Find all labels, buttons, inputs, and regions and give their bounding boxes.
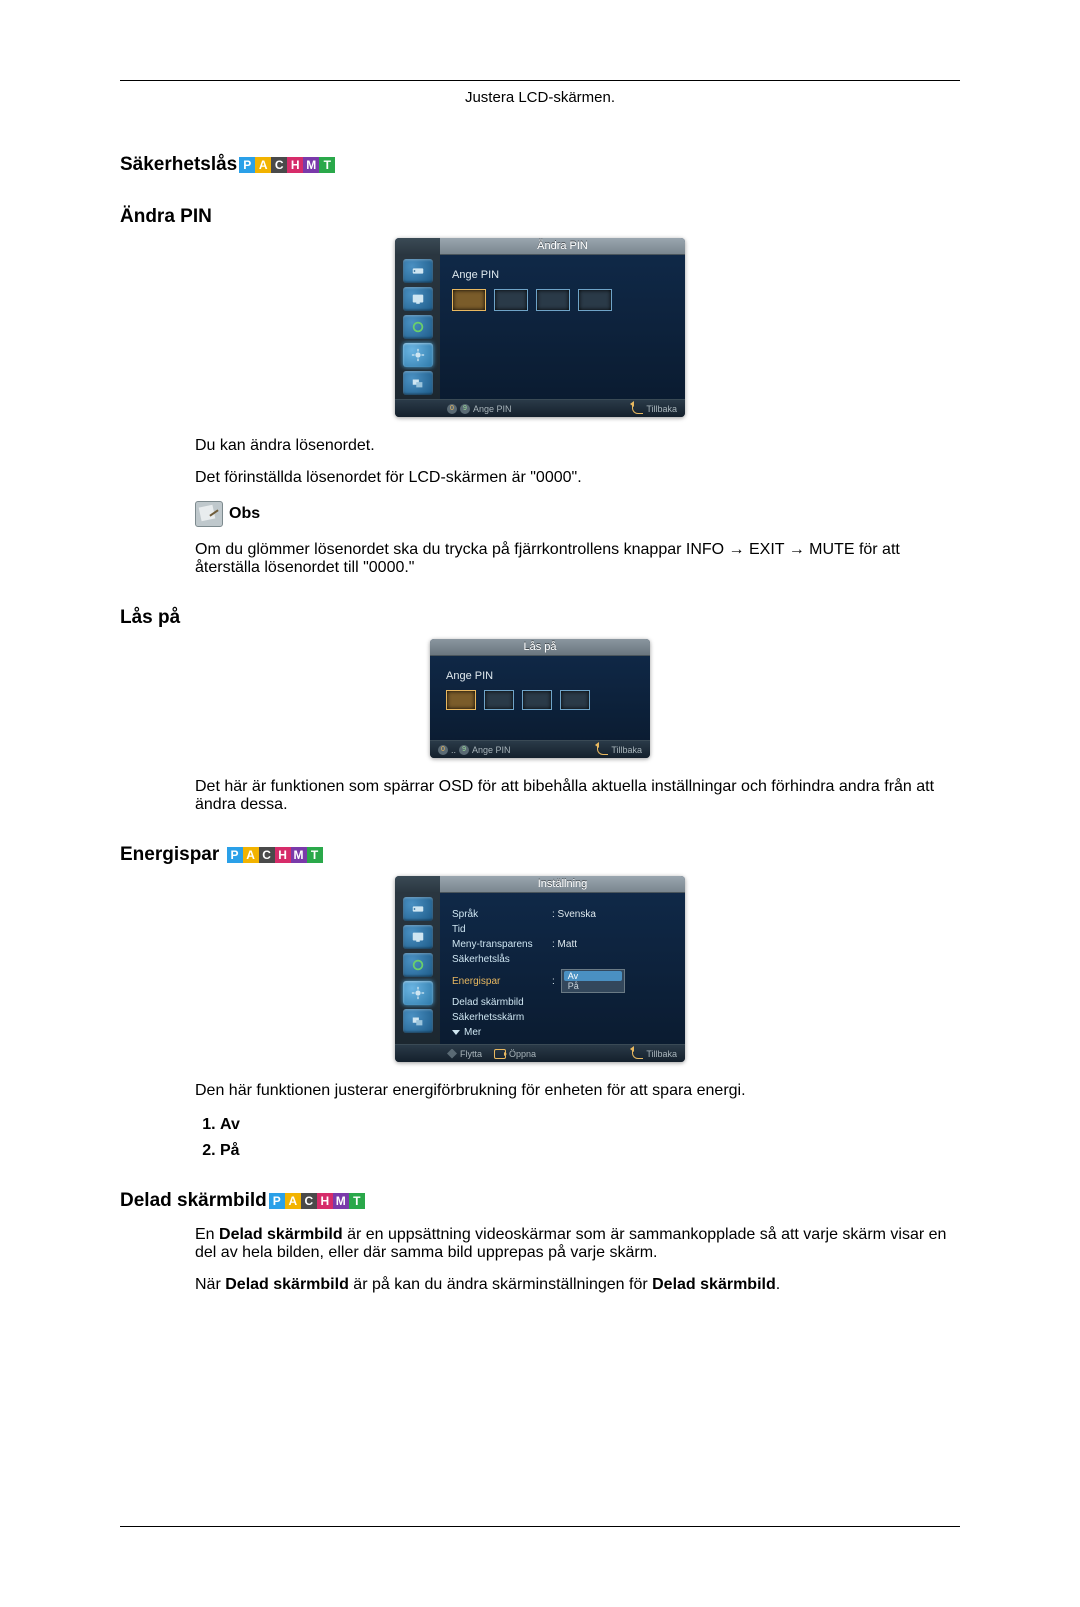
footer-enter-pin: Ange PIN	[472, 745, 511, 755]
badge-m: M	[291, 847, 307, 863]
badge-p: P	[269, 1193, 285, 1209]
footer-move: Flytta	[460, 1049, 482, 1059]
footer-back: Tillbaka	[646, 404, 677, 414]
row-video-wall[interactable]: Delad skärmbild	[452, 995, 673, 1010]
lock-on-body: Det här är funktionen som spärrar OSD fö…	[195, 778, 960, 814]
footer-enter-pin: Ange PIN	[473, 404, 512, 414]
sidebar-multi-icon	[403, 1009, 433, 1033]
sidebar-picture-icon	[403, 925, 433, 949]
osd-title: Lås på	[430, 639, 650, 656]
sidebar-picture-icon	[403, 287, 433, 311]
badge-p: P	[239, 157, 255, 173]
badge-t: T	[319, 157, 335, 173]
change-pin-osd: Ändra PIN Ange PIN 09Ange PIN	[395, 238, 685, 417]
badge-c: C	[271, 157, 287, 173]
return-icon	[597, 744, 608, 755]
badge-h: H	[275, 847, 291, 863]
sidebar-sound-icon	[403, 315, 433, 339]
heading-text: Säkerhetslås	[120, 154, 237, 175]
badge-p: P	[227, 847, 243, 863]
heading-text: Energispar	[120, 844, 219, 865]
row-energispar[interactable]: Energispar : Av På	[452, 967, 673, 995]
badge-a: A	[255, 157, 271, 173]
sidebar-input-icon	[403, 259, 433, 283]
settings-osd: Inställning Språk: Svenska Tid Meny-tran…	[395, 876, 685, 1062]
sidebar-sound-icon	[403, 953, 433, 977]
chevron-down-icon	[452, 1030, 460, 1035]
badge-group: PACHMT	[227, 844, 323, 866]
pin-digit-1[interactable]	[452, 289, 486, 311]
row-time[interactable]: Tid	[452, 922, 673, 937]
sidebar-multi-icon	[403, 371, 433, 395]
videowall-heading: Delad skärmbildPACHMT	[120, 1190, 960, 1212]
osd-title: Inställning	[440, 876, 685, 893]
pin-digit-3[interactable]	[536, 289, 570, 311]
option-off[interactable]: Av	[564, 971, 622, 981]
osd-sidebar	[395, 893, 440, 1044]
note-label: Obs	[229, 505, 260, 523]
pin-digit-4[interactable]	[560, 690, 590, 710]
badge-h: H	[317, 1193, 333, 1209]
badge-h: H	[287, 157, 303, 173]
osd-sidebar	[395, 255, 440, 399]
badge-a: A	[243, 847, 259, 863]
heading-text: Delad skärmbild	[120, 1190, 267, 1211]
osd-footer: 0..9Ange PIN Tillbaka	[430, 740, 650, 758]
badge-t: T	[349, 1193, 365, 1209]
sidebar-setup-icon	[403, 981, 433, 1005]
sidebar-setup-icon	[403, 343, 433, 367]
row-safety-screen[interactable]: Säkerhetsskärm	[452, 1010, 673, 1025]
pin-input-group	[446, 690, 634, 710]
footer-open: Öppna	[509, 1049, 536, 1059]
energy-options-list: Av På	[120, 1116, 960, 1160]
badge-group: PACHMT	[269, 1190, 365, 1212]
sidebar-input-icon	[403, 897, 433, 921]
footer-back: Tillbaka	[611, 745, 642, 755]
row-more[interactable]: Mer	[452, 1025, 673, 1040]
option-on[interactable]: På	[568, 981, 618, 991]
row-safety-lock[interactable]: Säkerhetslås	[452, 952, 673, 967]
lock-on-osd: Lås på Ange PIN 0..9Ange PIN Tillbaka	[430, 639, 650, 758]
enter-pin-label: Ange PIN	[446, 670, 634, 682]
badge-group: PACHMT	[239, 154, 335, 176]
dpad-icon	[447, 1049, 457, 1059]
return-icon	[632, 403, 643, 414]
energispar-options[interactable]: Av På	[561, 969, 625, 993]
enter-icon	[494, 1049, 506, 1059]
pin-digit-2[interactable]	[494, 289, 528, 311]
badge-c: C	[301, 1193, 317, 1209]
change-pin-heading: Ändra PIN	[120, 206, 960, 228]
note-body: Om du glömmer lösenordet ska du trycka p…	[195, 541, 960, 577]
badge-m: M	[303, 157, 319, 173]
badge-m: M	[333, 1193, 349, 1209]
badge-c: C	[259, 847, 275, 863]
videowall-p1: En Delad skärmbild är en uppsättning vid…	[195, 1226, 960, 1262]
footer-back: Tillbaka	[646, 1049, 677, 1059]
change-pin-p2: Det förinställda lösenordet för LCD-skär…	[195, 469, 960, 487]
pin-input-group	[452, 289, 673, 311]
note-icon	[195, 501, 223, 527]
osd-title: Ändra PIN	[440, 238, 685, 255]
change-pin-p1: Du kan ändra lösenordet.	[195, 437, 960, 455]
pin-digit-1[interactable]	[446, 690, 476, 710]
osd-footer: Flytta Öppna Tillbaka	[395, 1044, 685, 1062]
badge-a: A	[285, 1193, 301, 1209]
lock-on-heading: Lås på	[120, 607, 960, 629]
pin-digit-2[interactable]	[484, 690, 514, 710]
videowall-p2: När Delad skärmbild är på kan du ändra s…	[195, 1276, 960, 1294]
energy-heading: Energispar PACHMT	[120, 844, 960, 866]
enter-pin-label: Ange PIN	[452, 269, 673, 281]
pin-digit-3[interactable]	[522, 690, 552, 710]
energy-body: Den här funktionen justerar energiförbru…	[195, 1082, 960, 1100]
safety-lock-heading: SäkerhetslåsPACHMT	[120, 154, 960, 176]
osd-footer: 09Ange PIN Tillbaka	[395, 399, 685, 417]
row-language[interactable]: Språk: Svenska	[452, 907, 673, 922]
row-menu-transparency[interactable]: Meny-transparens: Matt	[452, 937, 673, 952]
option-on: På	[220, 1142, 960, 1160]
pin-digit-4[interactable]	[578, 289, 612, 311]
page-header: Justera LCD-skärmen.	[120, 81, 960, 114]
badge-t: T	[307, 847, 323, 863]
option-off: Av	[220, 1116, 960, 1134]
return-icon	[632, 1048, 643, 1059]
